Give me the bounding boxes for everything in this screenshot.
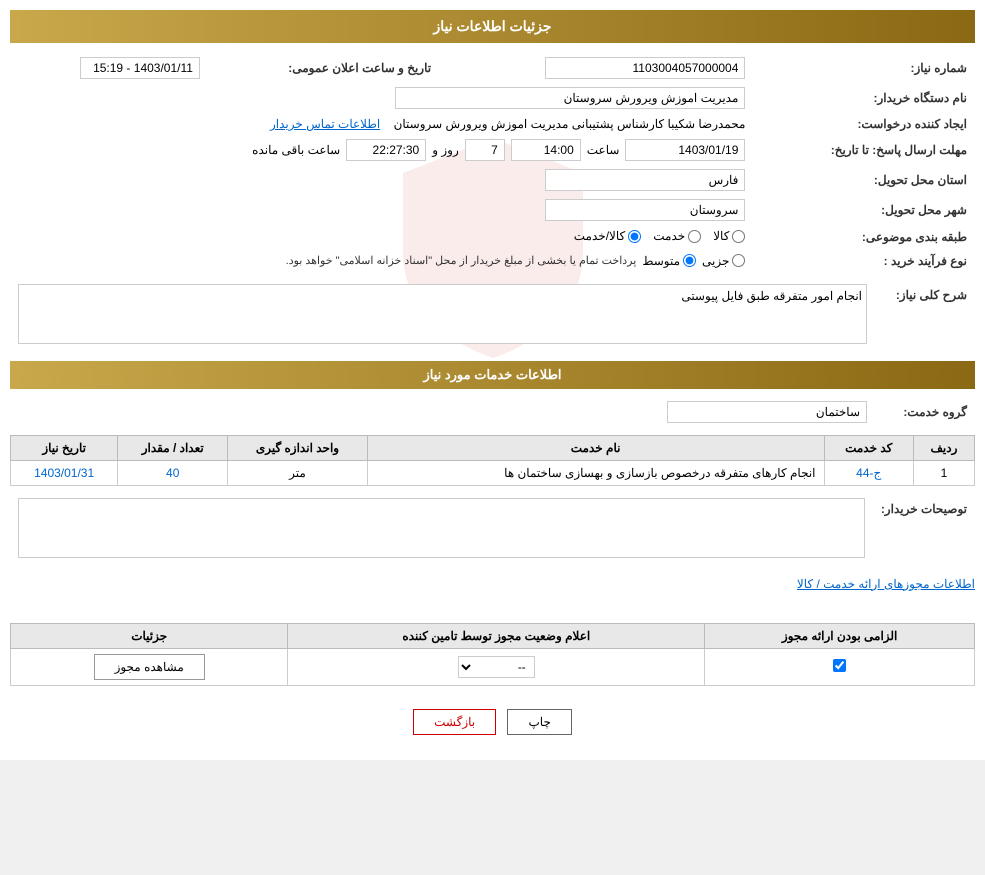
print-button[interactable]: چاپ	[507, 709, 571, 735]
col-row: ردیف	[913, 435, 974, 460]
footer-buttons: چاپ بازگشت	[10, 694, 975, 750]
service-group-label: گروه خدمت:	[875, 397, 975, 427]
category-label: طبقه بندی موضوعی:	[753, 225, 975, 250]
table-row: 1 ج-44 انجام کارهای متفرقه درخصوص بازساز…	[11, 460, 975, 485]
days-label: روز و	[432, 143, 459, 157]
contact-info-link[interactable]: اطلاعات تماس خریدار	[270, 117, 380, 131]
process-motavaset[interactable]: متوسط	[642, 254, 696, 268]
cell-row: 1	[913, 460, 974, 485]
delivery-province-input[interactable]	[545, 169, 745, 191]
buyer-name-label: نام دستگاه خریدار:	[753, 83, 975, 113]
deadline-days-input[interactable]	[465, 139, 505, 161]
col-qty: تعداد / مقدار	[118, 435, 228, 460]
page-header: جزئیات اطلاعات نیاز	[10, 10, 975, 43]
send-deadline-label: مهلت ارسال پاسخ: تا تاریخ:	[753, 135, 975, 165]
col-date: تاریخ نیاز	[11, 435, 118, 460]
service-group-input[interactable]	[667, 401, 867, 423]
announce-date-input[interactable]	[80, 57, 200, 79]
cell-qty: 40	[118, 460, 228, 485]
buyer-notes-label: توصیحات خریدار:	[873, 494, 975, 565]
back-button[interactable]: بازگشت	[413, 709, 496, 735]
need-desc-label: شرح کلی نیاز:	[875, 280, 975, 351]
category-kala[interactable]: کالا	[713, 229, 745, 243]
perm-col-required: الزامی بودن ارائه مجوز	[705, 623, 975, 648]
announce-date-value	[10, 53, 208, 83]
need-number-value	[439, 53, 753, 83]
deadline-date-input[interactable]	[625, 139, 745, 161]
announce-date-label: تاریخ و ساعت اعلان عمومی:	[208, 53, 439, 83]
status-select[interactable]: -- تایید شده رد شده در انتظار	[458, 656, 535, 678]
buyer-name-value	[10, 83, 753, 113]
delivery-city-value	[10, 195, 753, 225]
need-number-input[interactable]	[545, 57, 745, 79]
category-kala-khedmat[interactable]: کالا/خدمت	[574, 229, 641, 243]
need-description-textarea[interactable]: انجام امور متفرقه طبق فایل پیوستی	[18, 284, 867, 344]
col-unit: واحد اندازه گیری	[228, 435, 367, 460]
process-type-value: جزیی متوسط پرداخت تمام یا بخشی از مبلغ خ…	[10, 250, 753, 272]
info-table: شماره نیاز: تاریخ و ساعت اعلان عمومی: نا…	[10, 53, 975, 272]
remaining-time-input[interactable]	[346, 139, 426, 161]
remaining-label: ساعت باقی مانده	[252, 143, 340, 157]
category-value: کالا خدمت کالا/خدمت	[10, 225, 753, 250]
perm-col-details: جزئیات	[11, 623, 288, 648]
services-header-text: اطلاعات خدمات مورد نیاز	[423, 367, 561, 382]
licenses-link[interactable]: اطلاعات مجوزهای ارائه خدمت / کالا	[10, 573, 975, 595]
perm-details: مشاهده مجوز	[11, 648, 288, 685]
process-jozi[interactable]: جزیی	[702, 254, 745, 268]
permissions-table: الزامی بودن ارائه مجوز اعلام وضعیت مجوز …	[10, 623, 975, 686]
service-group-table: گروه خدمت:	[10, 397, 975, 427]
requester-value: محمدرضا شکیبا کارشناس پشتیبانی مدیریت ام…	[10, 113, 753, 135]
need-description-table: شرح کلی نیاز: انجام امور متفرقه طبق فایل…	[10, 280, 975, 351]
buyer-name-input[interactable]	[395, 87, 745, 109]
delivery-province-label: استان محل تحویل:	[753, 165, 975, 195]
requester-text: محمدرضا شکیبا کارشناس پشتیبانی مدیریت ام…	[394, 117, 746, 131]
cell-name: انجام کارهای متفرقه درخصوص بازسازی و بهس…	[367, 460, 824, 485]
process-type-label: نوع فرآیند خرید :	[753, 250, 975, 272]
need-desc-value: انجام امور متفرقه طبق فایل پیوستی	[10, 280, 875, 351]
deadline-time-input[interactable]	[511, 139, 581, 161]
services-section-header: اطلاعات خدمات مورد نیاز	[10, 361, 975, 389]
services-table: ردیف کد خدمت نام خدمت واحد اندازه گیری ت…	[10, 435, 975, 486]
page-wrapper: جزئیات اطلاعات نیاز ana tender شماره نیا…	[0, 0, 985, 760]
need-number-label: شماره نیاز:	[753, 53, 975, 83]
delivery-city-input[interactable]	[545, 199, 745, 221]
cell-date: 1403/01/31	[11, 460, 118, 485]
buyer-notes-table: توصیحات خریدار:	[10, 494, 975, 565]
perm-status: -- تایید شده رد شده در انتظار	[288, 648, 705, 685]
requester-label: ایجاد کننده درخواست:	[753, 113, 975, 135]
permission-row: -- تایید شده رد شده در انتظار مشاهده مجو…	[11, 648, 975, 685]
send-deadline-value: ساعت روز و ساعت باقی مانده	[10, 135, 753, 165]
time-label: ساعت	[587, 143, 620, 157]
perm-required	[705, 648, 975, 685]
buyer-notes-textarea[interactable]	[18, 498, 865, 558]
buyer-notes-value	[10, 494, 873, 565]
delivery-city-label: شهر محل تحویل:	[753, 195, 975, 225]
service-group-value	[10, 397, 875, 427]
page-title: جزئیات اطلاعات نیاز	[433, 18, 551, 34]
cell-unit: متر	[228, 460, 367, 485]
required-checkbox[interactable]	[833, 659, 846, 672]
col-name: نام خدمت	[367, 435, 824, 460]
view-license-button[interactable]: مشاهده مجوز	[94, 654, 205, 680]
category-khedmat[interactable]: خدمت	[653, 229, 701, 243]
col-code: کد خدمت	[824, 435, 913, 460]
delivery-province-value	[10, 165, 753, 195]
process-note: پرداخت تمام یا بخشی از مبلغ خریدار از مح…	[286, 254, 637, 267]
cell-code: ج-44	[824, 460, 913, 485]
category-radio-group: کالا خدمت کالا/خدمت	[574, 229, 746, 243]
perm-col-status: اعلام وضعیت مجوز توسط تامین کننده	[288, 623, 705, 648]
